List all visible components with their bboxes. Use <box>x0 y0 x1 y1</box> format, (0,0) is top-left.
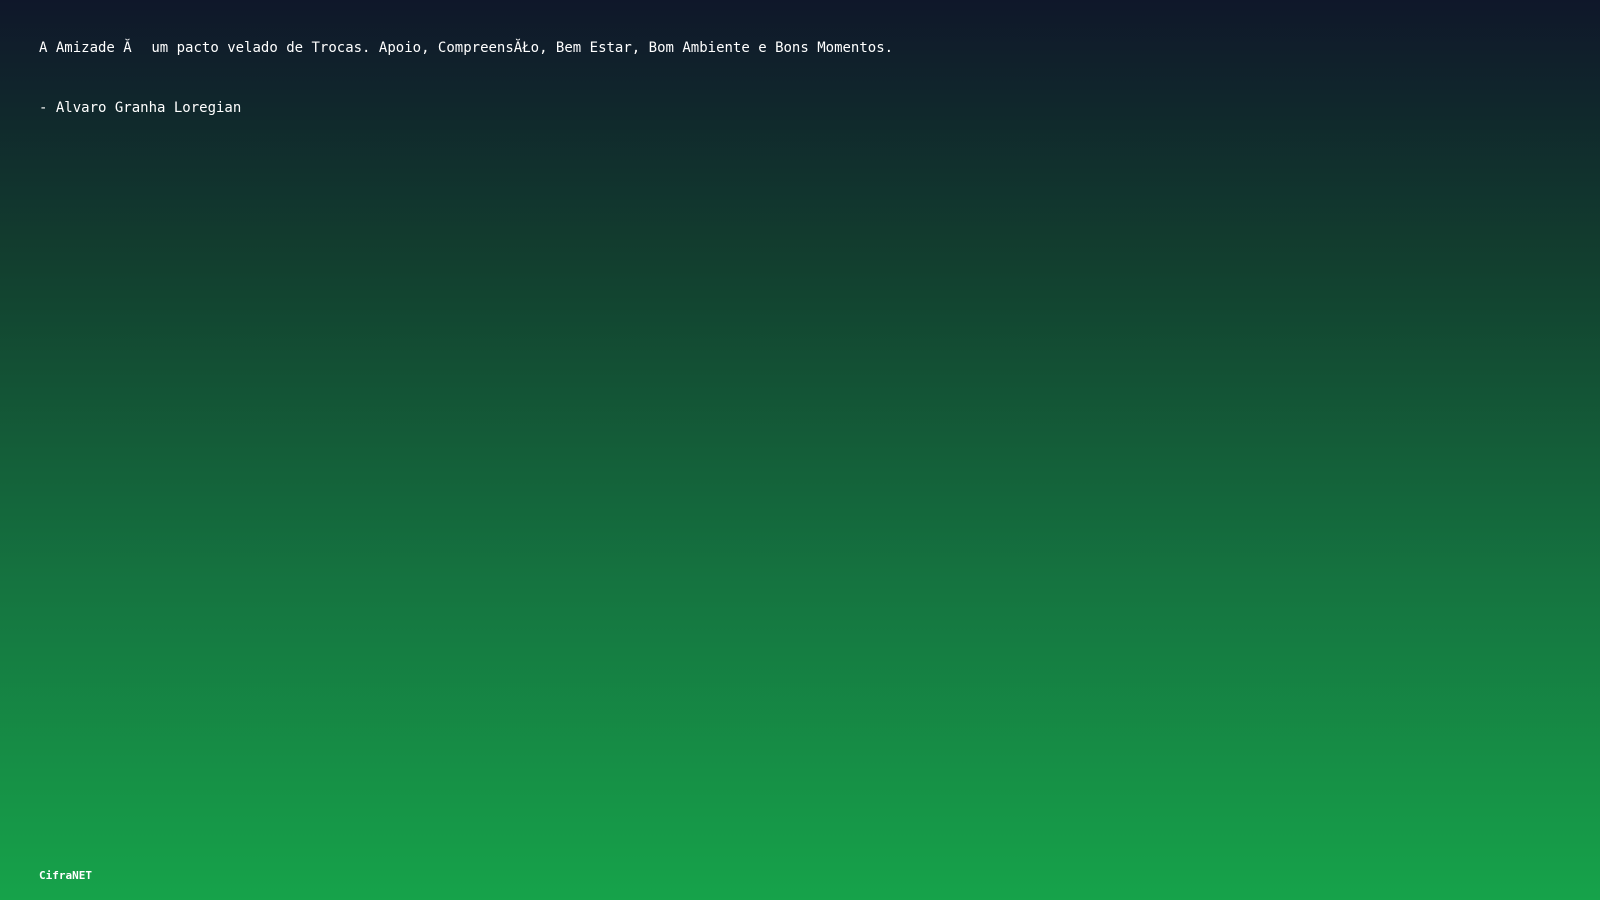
quote-text: A Amizade Ă um pacto velado de Trocas. … <box>39 40 894 56</box>
quote-author: - Alvaro Granha Loregian <box>39 100 242 116</box>
brand-label: CifraNET <box>39 869 92 882</box>
